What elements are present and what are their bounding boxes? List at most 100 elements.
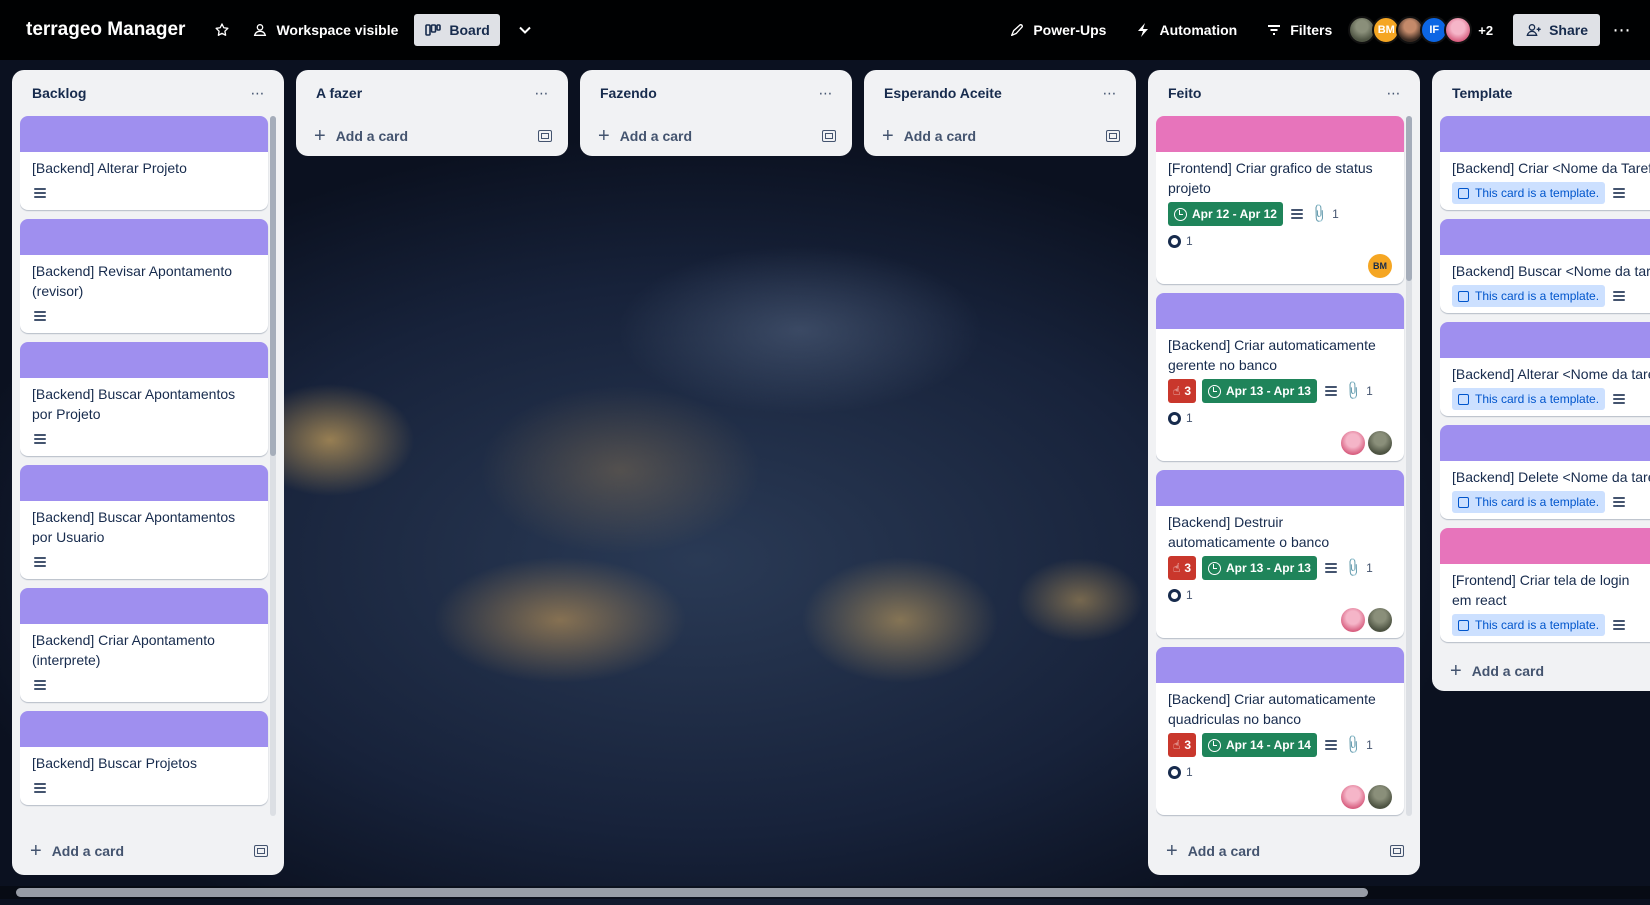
card[interactable]: [Backend] Alterar <Nome da tarefa> This … <box>1440 322 1650 416</box>
card[interactable]: [Backend] Revisar Apontamento (revisor) <box>20 219 268 333</box>
card[interactable]: [Backend] Alterar Projeto <box>20 116 268 210</box>
card[interactable]: [Backend] Criar automaticamente gerente … <box>1156 293 1404 461</box>
create-from-template-icon[interactable] <box>822 130 836 142</box>
github-count: 1 <box>1186 411 1193 425</box>
avatar[interactable]: BM <box>1368 254 1392 278</box>
card[interactable]: [Backend] Criar automaticamente quadricu… <box>1156 647 1404 815</box>
card-cover <box>1440 219 1650 255</box>
board-members[interactable]: BM IF +2 <box>1348 16 1493 44</box>
avatar[interactable] <box>1368 431 1392 455</box>
visibility-button[interactable]: Workspace visible <box>241 14 408 46</box>
template-icon <box>1458 187 1469 199</box>
github-icon <box>1168 588 1181 602</box>
list-backlog: Backlog ⋯ [Backend] Alterar Projeto [Bac… <box>12 70 284 875</box>
card[interactable]: [Backend] Buscar <Nome da tarefa> This c… <box>1440 219 1650 313</box>
description-icon <box>1613 291 1626 301</box>
create-from-template-icon[interactable] <box>538 130 552 142</box>
card[interactable]: [Backend] Buscar Apontamentos por Usuari… <box>20 465 268 579</box>
template-badge-text: This card is a template. <box>1475 618 1600 632</box>
list-scrollbar[interactable] <box>1406 116 1412 816</box>
list-title[interactable]: Feito <box>1168 85 1201 101</box>
add-card-button[interactable]: + Add a card <box>304 116 560 156</box>
avatar[interactable] <box>1368 608 1392 632</box>
votes-badge[interactable]: ☝ 3 <box>1168 733 1196 757</box>
card[interactable]: [Backend] Buscar Projetos <box>20 711 268 805</box>
automation-button[interactable]: Automation <box>1124 14 1247 46</box>
avatar[interactable] <box>1444 16 1473 44</box>
list-menu-button[interactable]: ⋯ <box>528 79 556 107</box>
star-button[interactable] <box>203 14 241 46</box>
clock-icon <box>1208 738 1221 752</box>
avatar[interactable] <box>1341 785 1365 809</box>
scrollbar-thumb[interactable] <box>16 888 1368 897</box>
card-title: [Backend] Buscar Projetos <box>32 755 197 771</box>
list-header[interactable]: Template <box>1440 70 1642 116</box>
github-icon <box>1168 234 1181 248</box>
powerups-button[interactable]: Power-Ups <box>998 14 1116 46</box>
card[interactable]: [Backend] Criar <Nome da Tarefa> This ca… <box>1440 116 1650 210</box>
template-badge-text: This card is a template. <box>1475 186 1600 200</box>
due-date-badge[interactable]: Apr 13 - Apr 13 <box>1202 556 1317 580</box>
due-date-text: Apr 13 - Apr 13 <box>1226 384 1311 398</box>
card[interactable]: [Backend] Criar Apontamento (interprete) <box>20 588 268 702</box>
card-cover <box>1156 116 1404 152</box>
card[interactable]: [Frontend] Criar grafico de status proje… <box>1156 116 1404 284</box>
card-title: [Backend] Destruir automaticamente o ban… <box>1168 514 1330 550</box>
list-scrollbar[interactable] <box>270 116 276 816</box>
create-from-template-icon[interactable] <box>1106 130 1120 142</box>
list-header[interactable]: A fazer ⋯ <box>304 70 560 116</box>
list-header[interactable]: Fazendo ⋯ <box>588 70 844 116</box>
avatar[interactable] <box>1368 785 1392 809</box>
add-card-button[interactable]: + Add a card <box>20 831 276 871</box>
card[interactable]: [Backend] Buscar Apontamentos por Projet… <box>20 342 268 456</box>
due-date-badge[interactable]: Apr 14 - Apr 14 <box>1202 733 1317 757</box>
card[interactable]: [Backend] Delete <Nome da tarefa> This c… <box>1440 425 1650 519</box>
template-badge-text: This card is a template. <box>1475 289 1600 303</box>
list-header[interactable]: Feito ⋯ <box>1156 70 1412 116</box>
board-view-button[interactable]: Board <box>414 14 500 46</box>
list-menu-button[interactable]: ⋯ <box>244 79 272 107</box>
create-from-template-icon[interactable] <box>1390 845 1404 857</box>
paperclip-icon: 📎 <box>1342 379 1365 402</box>
avatar[interactable] <box>1341 608 1365 632</box>
list-menu-button[interactable]: ⋯ <box>812 79 840 107</box>
template-badge-text: This card is a template. <box>1475 392 1600 406</box>
plus-icon: + <box>1166 840 1178 862</box>
list-title[interactable]: Fazendo <box>600 85 657 101</box>
template-badge: This card is a template. <box>1452 285 1606 307</box>
description-icon <box>1324 740 1337 750</box>
list-title[interactable]: Template <box>1452 85 1512 101</box>
votes-badge[interactable]: ☝ 3 <box>1168 379 1196 403</box>
more-members-count[interactable]: +2 <box>1478 23 1493 38</box>
avatar[interactable] <box>1341 431 1365 455</box>
list-title[interactable]: A fazer <box>316 85 362 101</box>
votes-badge[interactable]: ☝ 3 <box>1168 556 1196 580</box>
list-menu-button[interactable]: ⋯ <box>1380 79 1408 107</box>
view-switcher-button[interactable] <box>506 14 544 46</box>
add-card-button[interactable]: + Add a card <box>1156 831 1412 871</box>
list-header[interactable]: Backlog ⋯ <box>20 70 276 116</box>
board-view-icon <box>424 21 442 39</box>
due-date-badge[interactable]: Apr 12 - Apr 12 <box>1168 202 1283 226</box>
add-card-button[interactable]: + Add a card <box>1440 651 1642 691</box>
list-title[interactable]: Esperando Aceite <box>884 85 1002 101</box>
filters-button[interactable]: Filters <box>1255 14 1342 46</box>
card[interactable]: [Frontend] Criar tela de login em react … <box>1440 528 1650 642</box>
votes-count: 3 <box>1184 384 1191 398</box>
add-card-button[interactable]: + Add a card <box>872 116 1128 156</box>
plus-icon: + <box>882 125 894 147</box>
list-title[interactable]: Backlog <box>32 85 86 101</box>
list-header[interactable]: Esperando Aceite ⋯ <box>872 70 1128 116</box>
lightning-icon <box>1134 21 1152 39</box>
create-from-template-icon[interactable] <box>254 845 268 857</box>
card[interactable]: [Backend] Destruir automaticamente o ban… <box>1156 470 1404 638</box>
board-menu-button[interactable]: ⋯ <box>1606 14 1638 46</box>
github-count: 1 <box>1186 588 1193 602</box>
due-date-badge[interactable]: Apr 13 - Apr 13 <box>1202 379 1317 403</box>
add-card-button[interactable]: + Add a card <box>588 116 844 156</box>
share-button[interactable]: Share <box>1513 14 1600 46</box>
board-horizontal-scrollbar[interactable] <box>0 886 1650 899</box>
board-title[interactable]: terrageo Manager <box>26 19 185 41</box>
list-menu-button[interactable]: ⋯ <box>1096 79 1124 107</box>
description-icon <box>34 557 46 567</box>
